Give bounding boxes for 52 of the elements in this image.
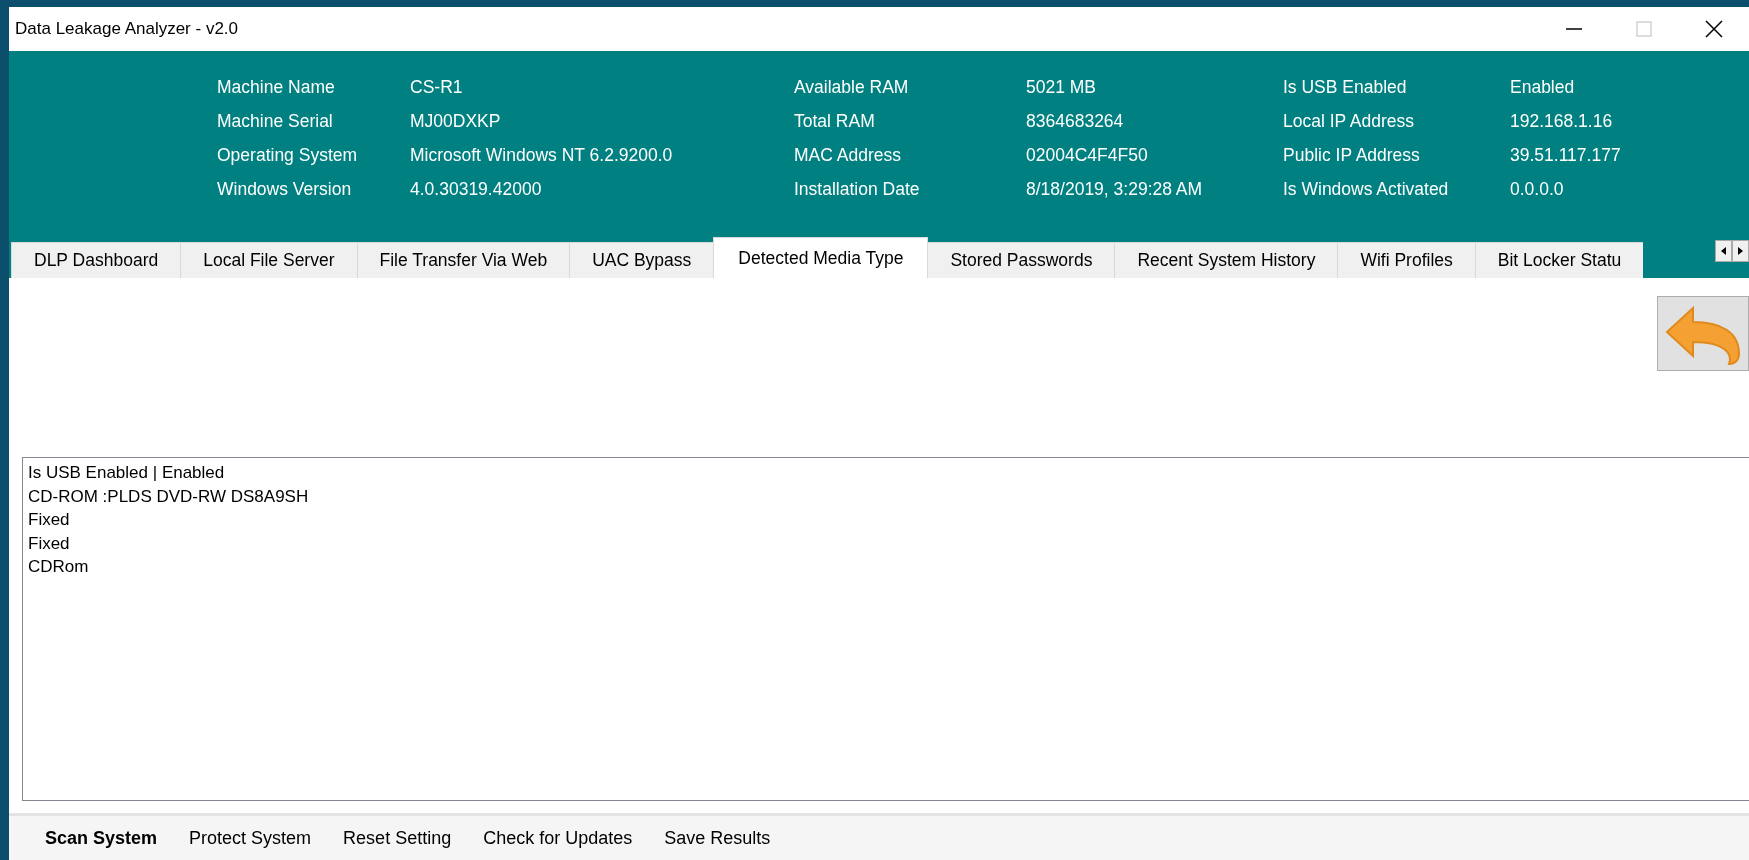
tab[interactable]: Wifi Profiles [1337, 242, 1476, 278]
tab[interactable]: Recent System History [1114, 242, 1339, 278]
tab[interactable]: Detected Media Type [713, 237, 929, 278]
maximize-icon [1636, 21, 1652, 37]
info-label: MAC Address [794, 144, 902, 166]
info-label: Installation Date [794, 178, 921, 200]
menu-item[interactable]: Check for Updates [467, 827, 649, 849]
info-label: Local IP Address [1283, 110, 1415, 132]
menu-item[interactable]: Reset Setting [327, 827, 468, 849]
info-value: 39.51.117.177 [1510, 144, 1622, 166]
info-value: 4.0.30319.42000 [410, 178, 543, 200]
info-label: Machine Serial [217, 110, 334, 132]
result-line: CD-ROM :PLDS DVD-RW DS8A9SH [28, 485, 310, 508]
menu-item[interactable]: Protect System [173, 827, 328, 849]
info-label: Available RAM [794, 76, 910, 98]
info-label: Total RAM [794, 110, 876, 132]
window-title: Data Leakage Analyzer - v2.0 [15, 19, 240, 39]
info-value: 0.0.0.0 [1510, 178, 1565, 200]
info-value: 5021 MB [1026, 76, 1098, 98]
info-label: Windows Version [217, 178, 353, 200]
menu-item[interactable]: Scan System [29, 827, 174, 849]
tab[interactable]: Bit Locker Statu [1474, 242, 1644, 278]
result-line: Fixed [28, 509, 71, 531]
info-value: Enabled [1510, 76, 1576, 98]
result-line: Fixed [28, 532, 71, 555]
result-line: CDRom [28, 556, 90, 578]
left-triangle-icon [1720, 247, 1727, 255]
info-value: 8364683264 [1026, 110, 1125, 132]
scroll-right-button[interactable] [1732, 240, 1749, 262]
info-value: 8/18/2019, 3:29:28 AM [1026, 178, 1204, 200]
close-icon [1705, 20, 1723, 38]
info-label: Public IP Address [1283, 144, 1421, 166]
info-value: Microsoft Windows NT 6.2.9200.0 [410, 144, 674, 166]
tab[interactable]: Stored Passwords [927, 242, 1116, 278]
menu-item[interactable]: Save Results [648, 827, 787, 849]
info-value: 02004C4F4F50 [1026, 144, 1149, 166]
right-triangle-icon [1737, 247, 1744, 255]
result-line: Is USB Enabled | Enabled [28, 462, 226, 484]
info-label: Is USB Enabled [1283, 76, 1408, 98]
scroll-left-button[interactable] [1715, 240, 1732, 262]
info-label: Is Windows Activated [1283, 178, 1450, 200]
info-value: MJ00DXKP [410, 110, 502, 132]
info-value: CS-R1 [410, 76, 464, 98]
results-box[interactable]: Is USB Enabled | Enabled CD-ROM :PLDS DVD-RW DS8A9SH Fixed Fixed CDRom [22, 457, 1749, 801]
info-label: Operating System [217, 144, 359, 166]
info-label: Machine Name [217, 76, 336, 98]
info-value: 192.168.1.16 [1510, 110, 1614, 132]
tab[interactable]: UAC Bypass [569, 242, 715, 278]
tab[interactable]: DLP Dashboard [11, 242, 182, 278]
minimize-icon [1566, 28, 1582, 30]
tab[interactable]: Local File Server [180, 242, 358, 278]
tab[interactable]: File Transfer Via Web [356, 242, 571, 278]
